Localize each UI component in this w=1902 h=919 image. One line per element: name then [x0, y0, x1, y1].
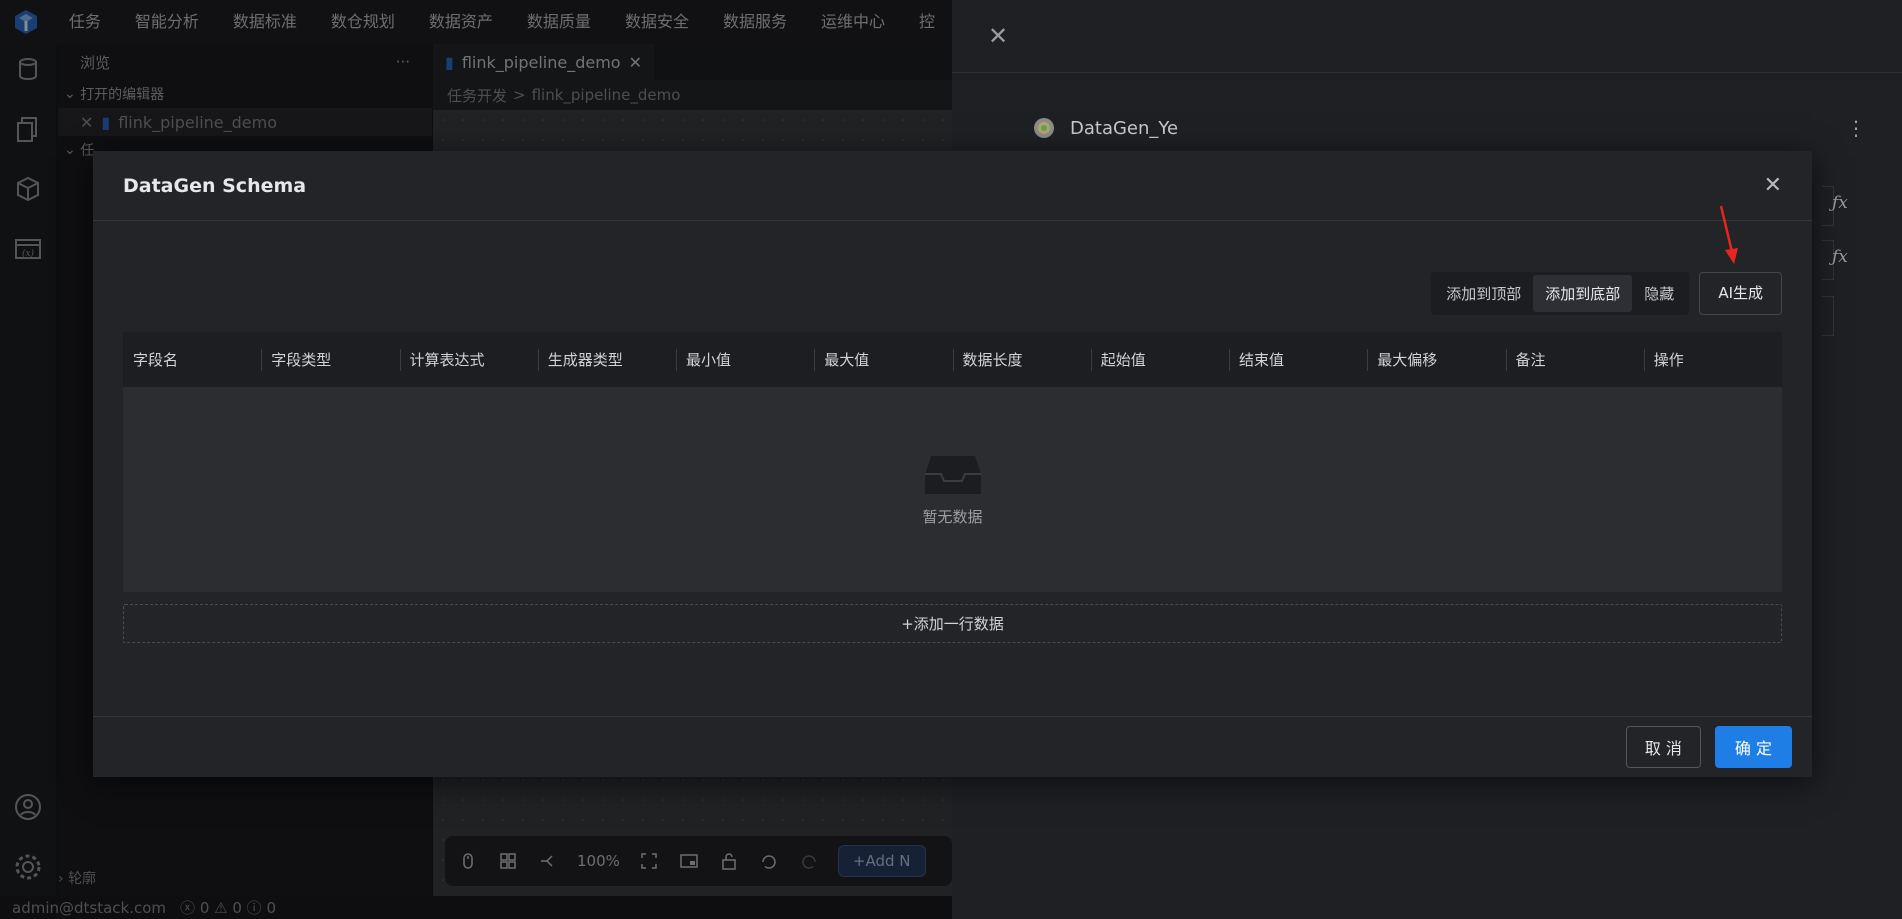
- schema-table: 字段名 字段类型 计算表达式 生成器类型 最小值 最大值 数据长度 起始值 结束…: [123, 332, 1782, 643]
- modal-footer: 取 消 确 定: [93, 716, 1812, 777]
- column-header-min: 最小值: [676, 349, 814, 371]
- function-fx-icon[interactable]: ƒx: [1832, 193, 1848, 213]
- confirm-button[interactable]: 确 定: [1714, 726, 1792, 768]
- column-header-actions: 操作: [1643, 349, 1782, 371]
- table-header: 字段名 字段类型 计算表达式 生成器类型 最小值 最大值 数据长度 起始值 结束…: [123, 332, 1782, 387]
- add-to-bottom-button[interactable]: 添加到底部: [1533, 275, 1633, 312]
- schema-action-bar: 添加到顶部 添加到底部 隐藏 AI生成: [1431, 272, 1782, 315]
- drawer-more-icon[interactable]: ⋮: [1846, 116, 1866, 140]
- ai-generate-button[interactable]: AI生成: [1699, 272, 1782, 315]
- column-header-field-name: 字段名: [133, 351, 179, 369]
- drawer-field-3[interactable]: [1822, 296, 1834, 336]
- annotation-arrow-icon: [1719, 205, 1738, 264]
- cancel-button[interactable]: 取 消: [1625, 726, 1701, 768]
- column-header-max-offset: 最大偏移: [1367, 349, 1505, 371]
- datagen-schema-modal: DataGen Schema ✕ 添加到顶部 添加到底部 隐藏 AI生成 字段名…: [93, 151, 1812, 777]
- column-header-field-type: 字段类型: [261, 349, 399, 371]
- drawer-close-icon[interactable]: ✕: [988, 22, 1008, 50]
- column-header-remark: 备注: [1505, 349, 1644, 371]
- modal-title: DataGen Schema: [123, 174, 307, 197]
- drawer-node-name: DataGen_Ye: [1070, 117, 1179, 139]
- column-header-end: 结束值: [1229, 349, 1367, 371]
- drawer-node-title: DataGen_Ye: [1032, 116, 1178, 140]
- function-fx-icon[interactable]: ƒx: [1832, 247, 1848, 267]
- datagen-node-icon: [1034, 118, 1054, 138]
- drawer-divider: [952, 72, 1902, 73]
- modal-header: DataGen Schema ✕: [93, 151, 1812, 221]
- column-header-generator-type: 生成器类型: [537, 349, 676, 371]
- hide-button[interactable]: 隐藏: [1632, 275, 1686, 312]
- add-row-button[interactable]: +添加一行数据: [123, 604, 1782, 643]
- column-header-length: 数据长度: [952, 349, 1091, 371]
- column-header-start: 起始值: [1090, 349, 1229, 371]
- empty-text: 暂无数据: [922, 508, 983, 526]
- empty-inbox-icon: [924, 456, 981, 494]
- table-empty-state: 暂无数据: [123, 387, 1782, 592]
- add-position-group: 添加到顶部 添加到底部 隐藏: [1431, 272, 1690, 315]
- add-to-top-button[interactable]: 添加到顶部: [1434, 275, 1533, 312]
- column-header-expression: 计算表达式: [399, 349, 538, 371]
- column-header-max: 最大值: [814, 349, 952, 371]
- modal-close-icon[interactable]: ✕: [1764, 173, 1782, 198]
